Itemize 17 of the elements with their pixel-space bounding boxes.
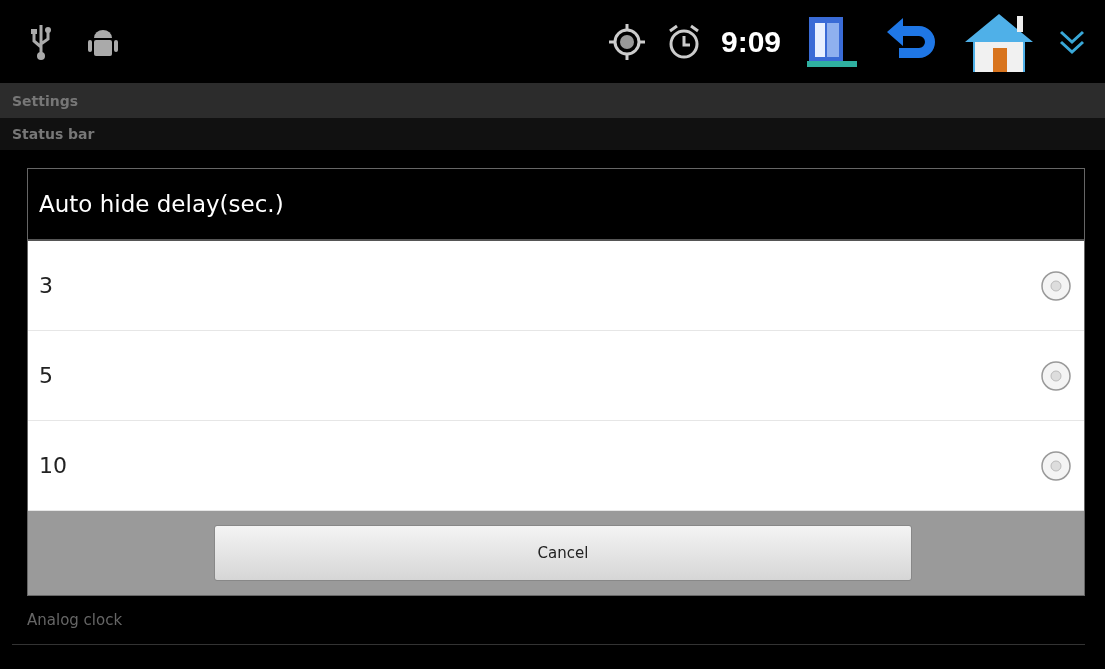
cancel-button[interactable]: Cancel (214, 525, 912, 581)
usb-icon (30, 22, 52, 61)
option-row[interactable]: 10 (28, 421, 1084, 511)
radio-button[interactable] (1040, 359, 1072, 392)
clock-time: 9:09 (720, 24, 781, 59)
option-label: 10 (39, 453, 67, 478)
option-row[interactable]: 3 (28, 241, 1084, 331)
radio-button[interactable] (1040, 449, 1072, 482)
option-row[interactable]: 5 (28, 331, 1084, 421)
alarm-clock-icon (666, 22, 701, 61)
option-label: 5 (39, 363, 53, 388)
option-label: 3 (39, 273, 53, 298)
radio-button[interactable] (1040, 269, 1072, 302)
gps-icon (606, 21, 647, 62)
section-title: Status bar (12, 126, 95, 142)
item-summary: Analog clock (27, 611, 123, 629)
settings-title: Settings (12, 92, 79, 109)
